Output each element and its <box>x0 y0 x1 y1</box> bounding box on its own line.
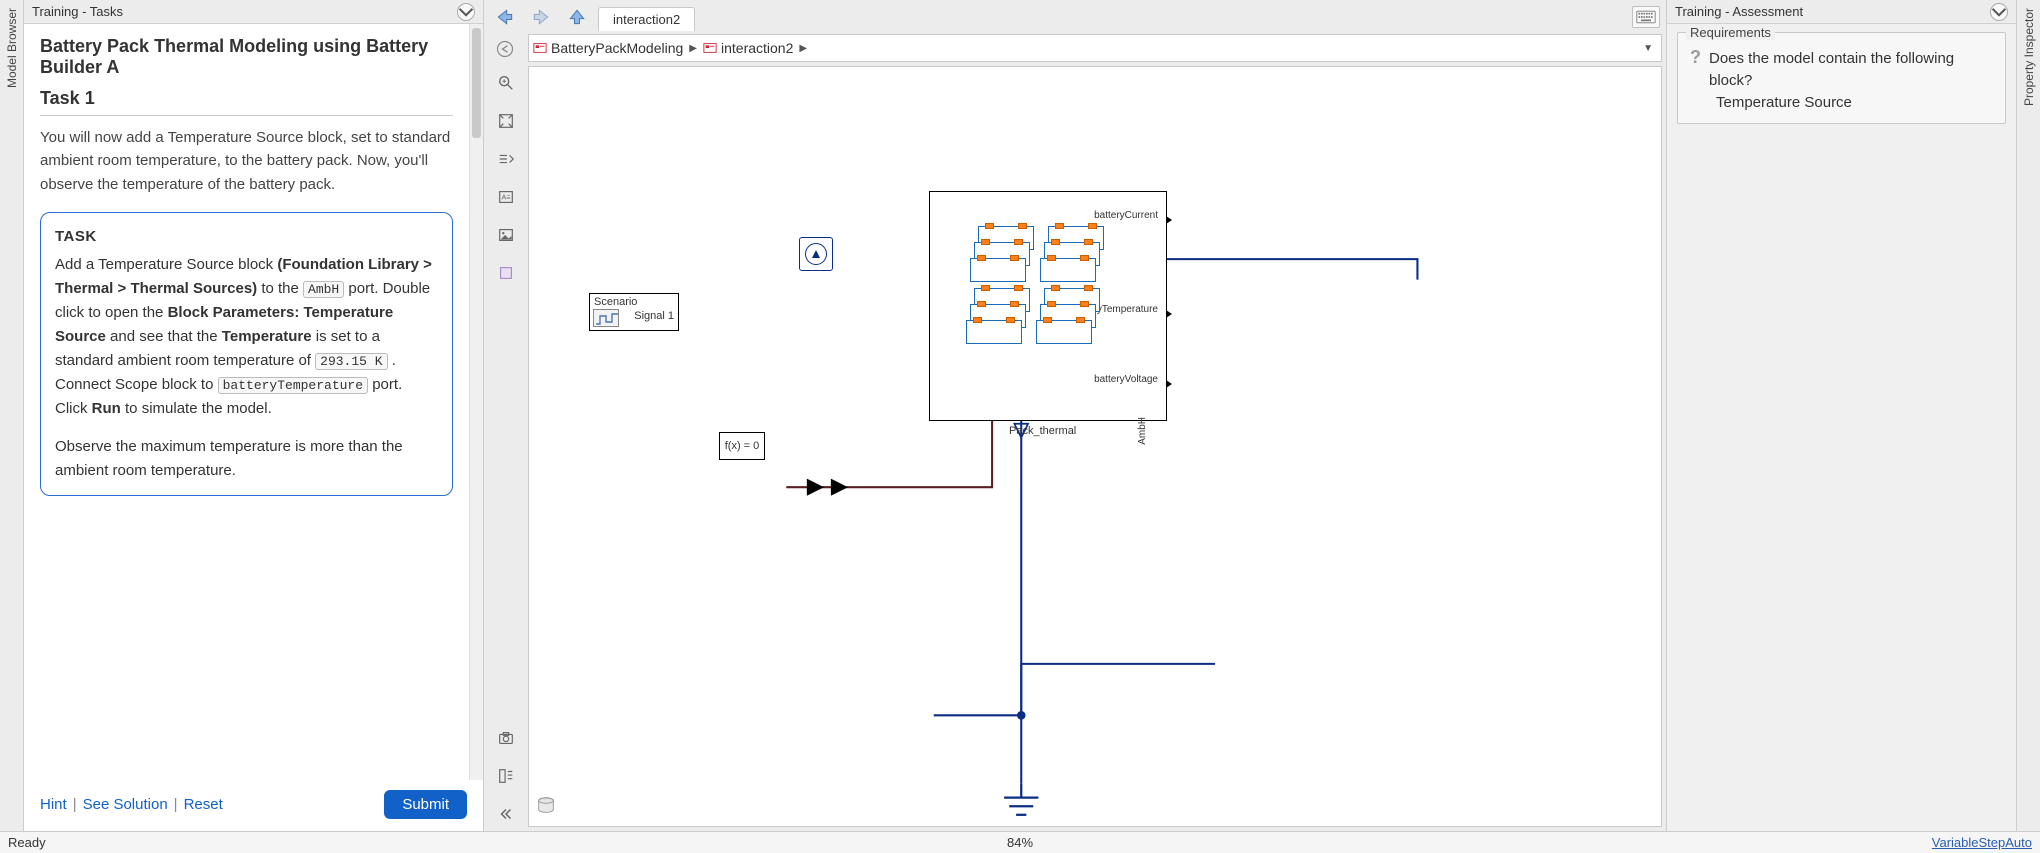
circle-arrow-icon <box>495 39 515 59</box>
model-canvas-area: interaction2 Ba <box>484 0 1666 831</box>
requirements-legend: Requirements <box>1686 25 1775 40</box>
tasks-scroll-area: Battery Pack Thermal Modeling using Batt… <box>24 24 469 780</box>
model-icon <box>703 41 717 55</box>
status-zoom[interactable]: 84% <box>1007 835 1033 850</box>
training-tasks-panel: Training - Tasks Battery Pack Thermal Mo… <box>24 0 484 831</box>
annotation-tool[interactable]: A≡ <box>493 184 519 210</box>
scenario-block[interactable]: Scenario Signal 1 <box>589 293 679 331</box>
breadcrumb-dropdown[interactable]: ▼ <box>1639 43 1657 54</box>
status-bar: Ready 84% VariableStepAuto <box>0 831 2040 853</box>
current-source-block[interactable] <box>799 237 833 271</box>
status-solver[interactable]: VariableStepAuto <box>1932 835 2032 850</box>
library-browser-icon <box>497 767 515 785</box>
library-tool[interactable] <box>493 763 519 789</box>
text-annotation-icon: A≡ <box>497 188 515 206</box>
breadcrumb-root[interactable]: BatteryPackModeling <box>533 40 683 56</box>
screenshot-tool[interactable] <box>493 725 519 751</box>
task-actions-row: Hint | See Solution | Reset Submit <box>24 780 483 831</box>
arrow-up-icon <box>567 7 587 27</box>
tasks-panel-collapse-button[interactable] <box>457 3 475 21</box>
model-icon <box>533 41 547 55</box>
model-browser-side-tab[interactable]: Model Browser <box>0 0 24 831</box>
signal-editor-icon <box>593 309 619 327</box>
tasks-panel-header: Training - Tasks <box>24 0 483 24</box>
nav-forward-button[interactable] <box>526 3 556 31</box>
requirement-question: Does the model contain the following blo… <box>1709 48 1993 92</box>
course-title: Battery Pack Thermal Modeling using Batt… <box>40 36 453 78</box>
pack-thermal-label: Pack_thermal <box>1009 425 1076 437</box>
breadcrumb-child[interactable]: interaction2 <box>703 40 793 56</box>
fit-tool[interactable] <box>493 108 519 134</box>
fit-to-view-icon <box>497 112 515 130</box>
status-ready: Ready <box>8 835 46 850</box>
reset-link[interactable]: Reset <box>184 796 223 813</box>
image-icon <box>497 226 515 244</box>
pack-thermal-subsystem[interactable]: batteryCurrent batteryTemperature batter… <box>929 191 1167 421</box>
area-tool[interactable] <box>493 260 519 286</box>
assessment-panel-collapse-button[interactable] <box>1990 3 2008 21</box>
nav-back-button[interactable] <box>490 3 520 31</box>
model-browser-label: Model Browser <box>5 0 19 96</box>
task-intro: You will now add a Temperature Source bl… <box>40 126 453 196</box>
tasks-panel-title: Training - Tasks <box>32 4 123 19</box>
battery-temp-port-code: batteryTemperature <box>218 377 368 394</box>
see-solution-link[interactable]: See Solution <box>83 796 168 813</box>
chevron-down-icon <box>1991 4 2007 20</box>
camera-icon <box>497 729 515 747</box>
task-number: Task 1 <box>40 88 453 116</box>
hint-link[interactable]: Hint <box>40 796 67 813</box>
zoom-tool[interactable] <box>493 70 519 96</box>
ambh-code: AmbH <box>303 281 344 298</box>
submit-button[interactable]: Submit <box>384 790 467 819</box>
breadcrumb-separator: ▶ <box>687 43 699 54</box>
requirement-item: ? Does the model contain the following b… <box>1690 48 1993 92</box>
assessment-panel-title: Training - Assessment <box>1675 4 1803 19</box>
svg-text:A≡: A≡ <box>502 193 511 202</box>
property-inspector-side-tab[interactable]: Property Inspector <box>2016 0 2040 831</box>
document-tab-interaction2[interactable]: interaction2 <box>598 7 695 31</box>
step-forward-icon <box>497 150 515 168</box>
nav-up-button[interactable] <box>562 3 592 31</box>
model-canvas[interactable]: Scenario Signal 1 f(x) = 0 batteryCu <box>528 66 1662 827</box>
out-port-temp[interactable] <box>1166 310 1172 318</box>
question-mark-icon: ? <box>1690 48 1701 92</box>
tasks-scrollbar[interactable] <box>469 24 483 780</box>
requirement-value: Temperature Source <box>1716 94 1993 111</box>
nav-toolbar: interaction2 <box>484 0 1666 34</box>
task-paragraph-1: Add a Temperature Source block (Foundati… <box>55 253 438 421</box>
step-tool[interactable] <box>493 146 519 172</box>
property-inspector-label: Property Inspector <box>2022 0 2036 114</box>
training-assessment-panel: Training - Assessment Requirements ? Doe… <box>1666 0 2016 831</box>
arrow-right-icon <box>531 7 551 27</box>
assessment-panel-header: Training - Assessment <box>1667 0 2016 24</box>
magnifier-icon <box>497 74 515 92</box>
keyboard-shortcuts-button[interactable] <box>1632 6 1660 28</box>
out-port-voltage[interactable] <box>1166 380 1172 388</box>
task-instructions-box: TASK Add a Temperature Source block (Fou… <box>40 212 453 496</box>
temp-value-code: 293.15 K <box>315 353 387 370</box>
image-tool[interactable] <box>493 222 519 248</box>
area-icon <box>497 264 515 282</box>
arrow-left-icon <box>495 7 515 27</box>
requirements-group: Requirements ? Does the model contain th… <box>1677 32 2006 124</box>
solver-config-block[interactable]: f(x) = 0 <box>719 432 765 460</box>
tasks-scrollbar-thumb[interactable] <box>472 28 481 138</box>
canvas-toolbar: A≡ <box>488 66 524 827</box>
chevron-down-icon <box>458 4 474 20</box>
diagram-wires <box>529 67 1661 827</box>
chevron-double-left-icon <box>497 805 515 823</box>
keyboard-icon <box>1636 10 1656 24</box>
hide-navigator-button[interactable] <box>490 34 520 64</box>
breadcrumb-separator: ▶ <box>797 43 809 54</box>
collapse-palette[interactable] <box>493 801 519 827</box>
task-heading: TASK <box>55 225 438 249</box>
task-paragraph-2: Observe the maximum temperature is more … <box>55 435 438 483</box>
breadcrumb-bar: BatteryPackModeling ▶ interaction2 ▶ ▼ <box>528 34 1662 62</box>
out-port-current[interactable] <box>1166 216 1172 224</box>
